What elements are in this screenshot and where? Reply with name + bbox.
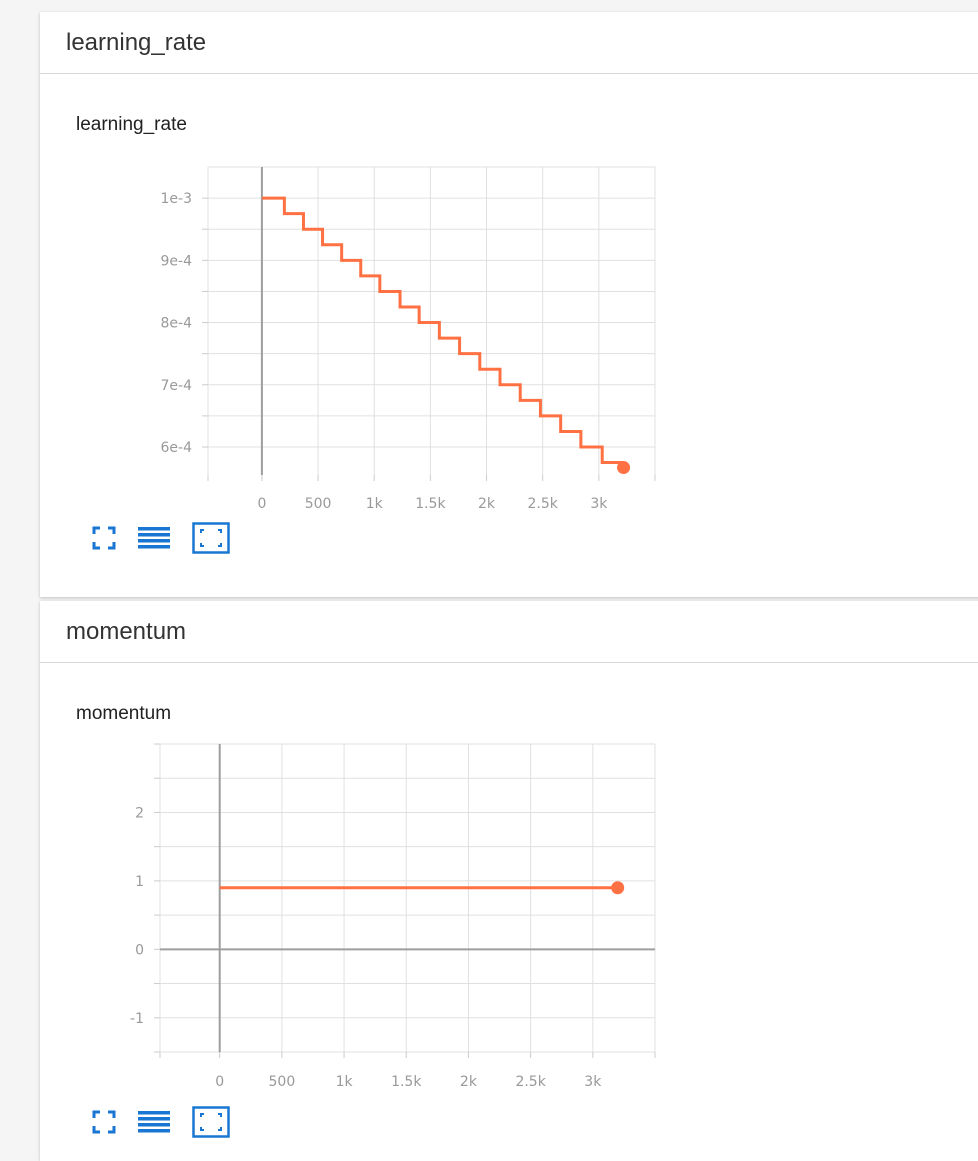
fit-domain-icon[interactable]: [192, 1106, 230, 1143]
x-tick-label: 1.5k: [415, 496, 446, 510]
x-tick-label: 1k: [366, 496, 384, 510]
x-tick-label: 0: [215, 1074, 224, 1090]
scalar-card-learning-rate: learning_rate learning_rate 1e-3 9e-4 8e-4…: [40, 12, 978, 597]
x-tick-label: 1k: [336, 1074, 354, 1090]
y-tick-label: -1: [130, 1011, 144, 1027]
chart-title: learning_rate: [76, 114, 187, 135]
x-tick-label: 2.5k: [515, 1074, 546, 1090]
x-tick-label: 0: [257, 496, 266, 510]
series-last-point: [611, 881, 625, 895]
y-tick-label: 2: [135, 805, 144, 821]
y-tick-label: 9e-4: [161, 253, 193, 269]
x-tick-label: 2k: [460, 1074, 478, 1090]
x-tick-label: 2k: [478, 496, 496, 510]
y-tick-label: 7e-4: [161, 378, 193, 394]
x-tick-label: 2.5k: [528, 496, 559, 510]
series-last-point: [617, 461, 631, 475]
learning-rate-chart[interactable]: 1e-3 9e-4 8e-4 7e-4 6e-4 0 500 1k 1.5k 2k 2.5k 3k: [40, 145, 740, 510]
card-title: momentum: [66, 617, 187, 645]
fit-domain-icon[interactable]: [192, 522, 230, 559]
chart-toolbar: [92, 1106, 252, 1143]
toggle-log-scale-icon[interactable]: [138, 1110, 170, 1139]
momentum-chart[interactable]: 2 1 0 -1 0 500 1k 1.5k 2k 2.5k 3k: [40, 734, 740, 1099]
x-tick-label: 500: [305, 496, 332, 510]
y-tick-label: 0: [135, 942, 144, 958]
x-tick-label: 3k: [584, 1074, 602, 1090]
y-tick-label: 1e-3: [161, 191, 192, 207]
x-tick-label: 1.5k: [391, 1074, 422, 1090]
fullscreen-icon[interactable]: [92, 1110, 116, 1139]
chart-title: momentum: [76, 703, 172, 724]
chart-toolbar: [92, 522, 252, 559]
fullscreen-icon[interactable]: [92, 526, 116, 555]
card-title: learning_rate: [66, 28, 207, 56]
x-tick-label: 500: [269, 1074, 296, 1090]
y-tick-label: 1: [135, 874, 144, 890]
y-tick-label: 6e-4: [161, 440, 193, 456]
toggle-log-scale-icon[interactable]: [138, 526, 170, 555]
x-tick-label: 3k: [590, 496, 608, 510]
card-header[interactable]: learning_rate: [40, 12, 978, 74]
series-line: [261, 196, 624, 465]
scalar-card-momentum: momentum momentum 2 1 0 -1 0 500 1k 1.5k 2k 2.5k 3…: [40, 601, 978, 1161]
card-header[interactable]: momentum: [40, 601, 978, 663]
y-tick-label: 8e-4: [161, 316, 193, 332]
